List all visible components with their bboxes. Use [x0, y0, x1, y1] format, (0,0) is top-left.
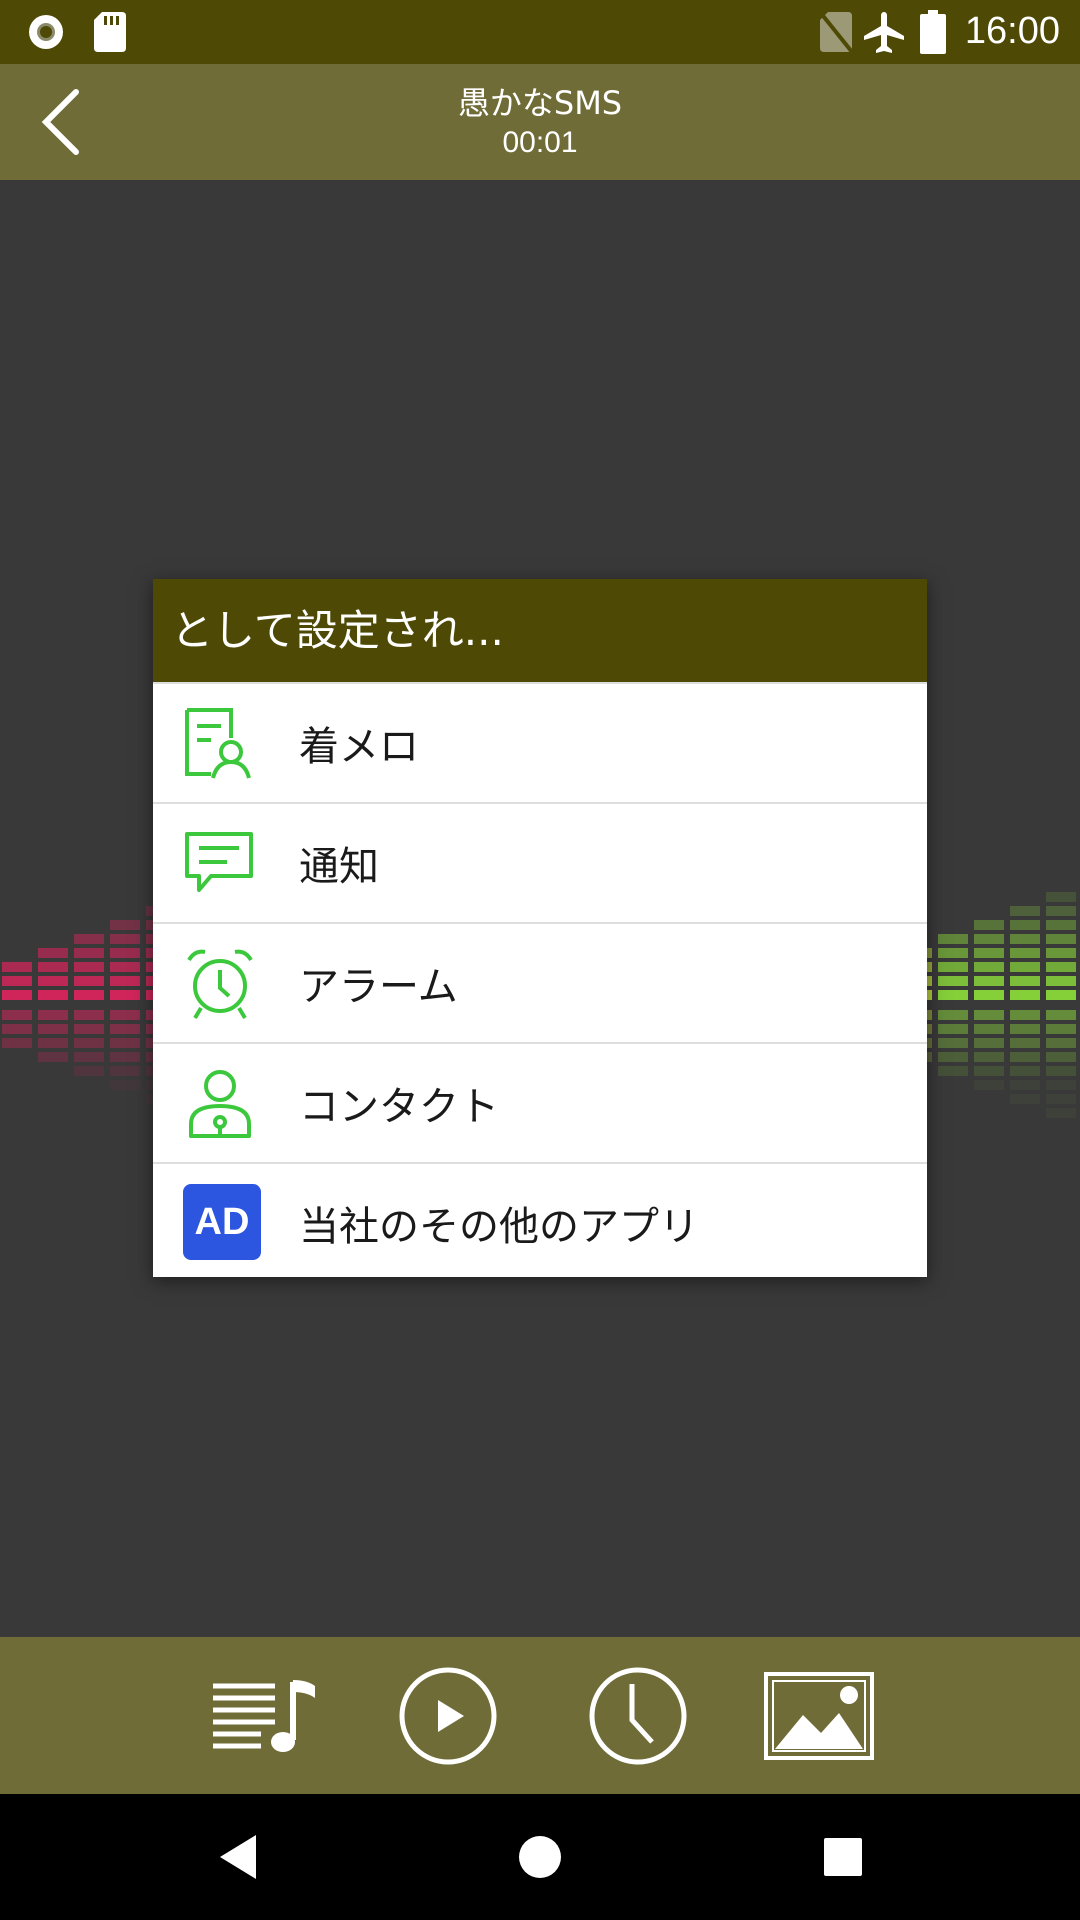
option-notification[interactable]: 通知	[153, 802, 927, 922]
status-bar: 16:00	[0, 0, 1080, 64]
battery-icon	[920, 10, 946, 54]
option-ringtone[interactable]: 着メロ	[153, 682, 927, 802]
elapsed-time: 00:01	[502, 126, 578, 159]
status-time: 16:00	[964, 10, 1060, 52]
clock-icon	[589, 1667, 687, 1764]
record-icon	[29, 15, 63, 49]
option-label: 着メロ	[299, 724, 419, 770]
option-alarm[interactable]: アラーム	[153, 922, 927, 1042]
image-button[interactable]	[754, 1637, 884, 1794]
notification-icon	[185, 832, 253, 892]
option-more-apps[interactable]: AD 当社のその他のアプリ	[153, 1162, 927, 1282]
nav-home-button[interactable]	[480, 1794, 600, 1920]
ad-icon: AD	[183, 1184, 261, 1260]
nav-back-button[interactable]	[178, 1794, 298, 1920]
ringtone-icon	[185, 708, 251, 779]
player-toolbar	[0, 1637, 1080, 1794]
option-contact[interactable]: コンタクト	[153, 1042, 927, 1162]
playlist-button[interactable]	[200, 1637, 330, 1794]
no-sim-icon	[820, 12, 852, 52]
playlist-icon	[213, 1679, 315, 1752]
play-button[interactable]	[383, 1637, 513, 1794]
option-label: 通知	[299, 844, 379, 890]
alarm-clock-icon	[187, 949, 253, 1020]
nav-recents-button[interactable]	[783, 1794, 903, 1920]
option-label: 当社のその他のアプリ	[299, 1204, 699, 1250]
home-circle-icon	[519, 1836, 561, 1878]
app-bar: 愚かなSMS 00:01	[0, 64, 1080, 180]
set-as-dialog: として設定され... 着メロ 通知 アラーム コンタクト AD 当社のその他のア…	[153, 579, 927, 1277]
clock-button[interactable]	[573, 1637, 703, 1794]
recents-square-icon	[824, 1838, 862, 1876]
airplane-mode-icon	[864, 12, 904, 53]
sd-card-icon	[94, 12, 126, 52]
contact-icon	[189, 1070, 251, 1138]
system-nav-bar	[0, 1794, 1080, 1920]
track-title: 愚かなSMS	[457, 84, 623, 122]
option-label: アラーム	[299, 964, 458, 1010]
play-icon	[399, 1667, 497, 1764]
option-label: コンタクト	[299, 1084, 499, 1130]
dialog-title: として設定され...	[153, 579, 927, 682]
image-icon	[764, 1671, 874, 1760]
back-triangle-icon	[220, 1835, 256, 1879]
